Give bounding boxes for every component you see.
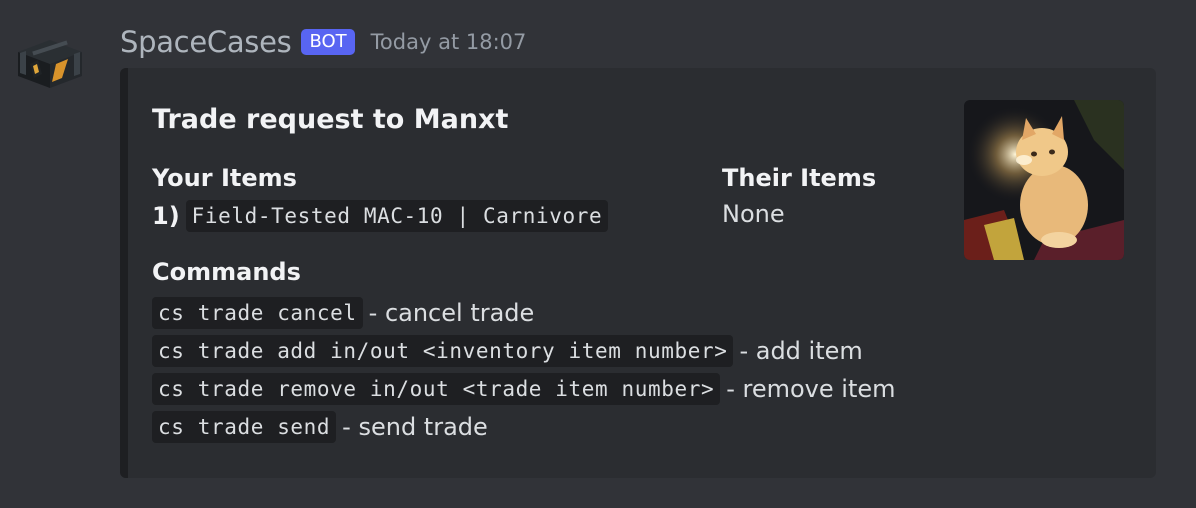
field-your-items: Your Items 1) Field-Tested MAC-10 | Carn… (152, 164, 609, 232)
list-item: 1) Field-Tested MAC-10 | Carnivore (152, 200, 609, 232)
command-code: cs trade add in/out <inventory item numb… (152, 335, 734, 367)
field-commands: Commands cs trade cancel - cancel trade … (152, 258, 896, 446)
field-name: Their Items (722, 164, 877, 192)
command-row: cs trade add in/out <inventory item numb… (152, 332, 896, 370)
avatar[interactable] (12, 30, 88, 90)
command-row: cs trade send - send trade (152, 408, 896, 446)
field-value: None (722, 200, 785, 228)
chat-message: SpaceCases BOT Today at 18:07 Trade requ… (0, 0, 1196, 508)
command-code: cs trade remove in/out <trade item numbe… (152, 373, 721, 405)
command-desc: - send trade (342, 413, 488, 441)
command-desc: - remove item (726, 375, 896, 403)
command-code: cs trade cancel (152, 297, 363, 329)
field-name: Your Items (152, 164, 297, 192)
embed-color-bar (120, 68, 128, 478)
item-code: Field-Tested MAC-10 | Carnivore (185, 200, 609, 232)
command-desc: - add item (739, 337, 863, 365)
command-row: cs trade cancel - cancel trade (152, 294, 896, 332)
timestamp[interactable]: Today at 18:07 (371, 30, 527, 54)
command-code: cs trade send (152, 411, 337, 443)
field-their-items: Their Items None (722, 164, 876, 228)
username[interactable]: SpaceCases (120, 25, 292, 59)
field-name: Commands (152, 258, 301, 286)
embed-thumbnail[interactable] (964, 100, 1124, 260)
embed: Trade request to Manxt Your Items 1) Fie… (120, 68, 1156, 478)
command-row: cs trade remove in/out <trade item numbe… (152, 370, 896, 408)
command-desc: - cancel trade (368, 299, 535, 327)
kitten-photo (964, 100, 1124, 260)
embed-title: Trade request to Manxt (152, 104, 509, 135)
message-header: SpaceCases BOT Today at 18:07 (120, 22, 526, 62)
item-index: 1) (152, 202, 180, 230)
bot-badge: BOT (301, 29, 355, 55)
weapon-case-icon (18, 40, 82, 88)
